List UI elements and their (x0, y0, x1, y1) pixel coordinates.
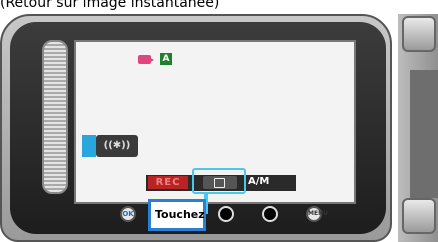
operation-button-2[interactable] (262, 206, 278, 222)
selection-indicator (82, 135, 96, 157)
side-knob-top (402, 16, 436, 52)
stabilizer-button[interactable]: ((✱)) (96, 135, 138, 157)
camera-side-panel (398, 14, 438, 242)
auto-manual-button[interactable]: A/M (248, 176, 269, 187)
rec-button[interactable]: REC (148, 176, 188, 189)
page-caption: (Retour sur image instantanée) (0, 0, 220, 11)
video-camera-icon (138, 55, 154, 64)
auto-mode-badge: A (160, 53, 172, 65)
side-knob-bottom (402, 198, 436, 234)
touch-callout: Touchez (148, 199, 206, 231)
touch-sensor-strip[interactable] (42, 40, 68, 194)
menu-button[interactable]: MENU (306, 206, 328, 222)
operation-button[interactable] (218, 206, 234, 222)
ok-button[interactable]: OK (120, 206, 136, 222)
highlight-playback-frame (192, 168, 246, 194)
